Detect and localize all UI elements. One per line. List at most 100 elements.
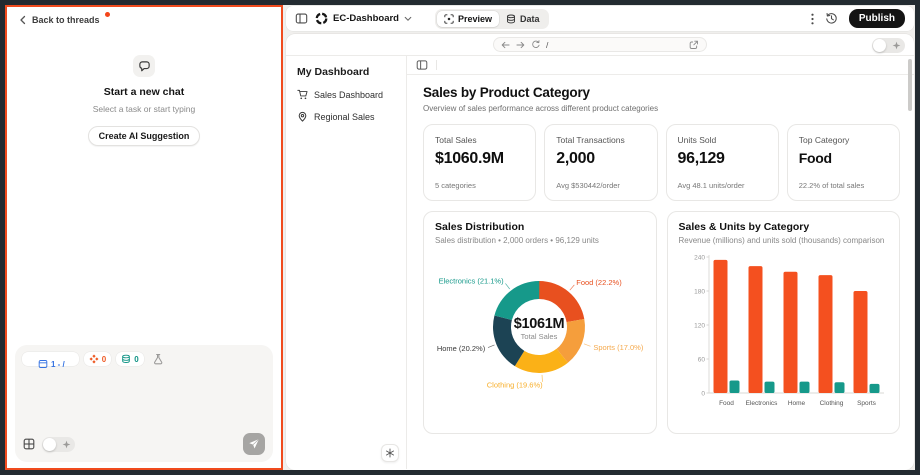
svg-text:$1061M: $1061M bbox=[514, 316, 565, 332]
stat-card-total-sales: Total Sales $1060.9M 5 categories bbox=[423, 124, 536, 201]
toolbar-actions: Publish bbox=[811, 9, 905, 28]
database-icon bbox=[506, 14, 516, 24]
page-title: Sales by Product Category bbox=[423, 85, 900, 100]
view-mode-tabs: Preview Data bbox=[435, 9, 549, 29]
stat-label: Total Transactions bbox=[556, 135, 645, 145]
browser-chrome: / bbox=[286, 34, 914, 56]
refresh-icon[interactable] bbox=[531, 40, 540, 49]
chevron-left-icon bbox=[19, 15, 27, 25]
toggle-knob bbox=[873, 39, 886, 52]
builder-area: EC-Dashboard Preview Data bbox=[286, 5, 915, 470]
create-ai-suggestion-button[interactable]: Create AI Suggestion bbox=[88, 126, 201, 146]
sidebar-item-regional-sales[interactable]: Regional Sales bbox=[297, 111, 406, 122]
empty-state-subtitle: Select a task or start typing bbox=[93, 104, 196, 114]
svg-text:Electronics: Electronics bbox=[745, 400, 778, 407]
live-preview-toggle[interactable] bbox=[872, 38, 905, 53]
ai-mode-toggle[interactable] bbox=[42, 437, 75, 452]
composer-controls bbox=[23, 433, 265, 455]
scan-preview-icon bbox=[444, 14, 454, 24]
svg-text:60: 60 bbox=[697, 356, 705, 363]
dashboard-content: Sales by Product Category Overview of sa… bbox=[407, 56, 914, 469]
svg-text:Electronics (21.1%): Electronics (21.1%) bbox=[439, 277, 505, 286]
paper-plane-icon bbox=[248, 438, 260, 450]
stat-sub: 5 categories bbox=[435, 181, 476, 190]
sidebar-item-label: Sales Dashboard bbox=[314, 90, 383, 100]
dashboard-sidebar: My Dashboard Sales Dashboard Regional Sa… bbox=[286, 56, 407, 469]
stat-label: Total Sales bbox=[435, 135, 524, 145]
sales-units-card: Sales & Units by Category Revenue (milli… bbox=[667, 211, 901, 434]
preview-window: / My Dashboard Sales D bbox=[286, 34, 914, 470]
sales-distribution-card: Sales Distribution Sales distribution • … bbox=[423, 211, 657, 434]
toggle-knob bbox=[43, 438, 56, 451]
stat-value: Food bbox=[799, 150, 888, 166]
experiments-flask-icon[interactable] bbox=[152, 353, 164, 365]
ai-assistant-button[interactable] bbox=[381, 444, 399, 462]
open-external-icon[interactable] bbox=[689, 40, 699, 50]
nav-back-icon[interactable] bbox=[501, 41, 510, 49]
tab-data[interactable]: Data bbox=[499, 11, 547, 27]
stat-sub: 22.2% of total sales bbox=[799, 181, 864, 190]
charts-row: Sales Distribution Sales distribution • … bbox=[423, 211, 900, 434]
address-bar[interactable]: / bbox=[493, 37, 707, 52]
database-icon bbox=[121, 354, 131, 364]
svg-text:0: 0 bbox=[701, 390, 705, 397]
svg-text:Sports: Sports bbox=[857, 400, 877, 407]
stat-card-total-transactions: Total Transactions 2,000 Avg $530442/ord… bbox=[544, 124, 657, 201]
sidebar-title: My Dashboard bbox=[297, 66, 406, 78]
sparkle-icon bbox=[62, 440, 71, 449]
sidebar-item-sales-dashboard[interactable]: Sales Dashboard bbox=[297, 89, 406, 100]
chat-empty-state: Start a new chat Select a task or start … bbox=[7, 55, 281, 146]
project-switcher[interactable]: EC-Dashboard bbox=[315, 12, 412, 25]
scrollbar-thumb[interactable] bbox=[908, 59, 912, 111]
svg-text:Food (22.2%): Food (22.2%) bbox=[576, 278, 622, 287]
chart-title: Sales & Units by Category bbox=[679, 221, 889, 233]
chart-subtitle: Sales distribution • 2,000 orders • 96,1… bbox=[435, 236, 645, 245]
notification-dot bbox=[105, 12, 110, 17]
credits-count: 0 bbox=[102, 355, 106, 364]
chat-bubble-icon bbox=[133, 55, 155, 77]
svg-text:180: 180 bbox=[694, 288, 705, 295]
data-sources-badge[interactable]: 0 bbox=[116, 352, 143, 366]
send-button[interactable] bbox=[243, 433, 265, 455]
chat-composer[interactable]: 1 - / 0 0 bbox=[15, 345, 273, 462]
page-context-label: 1 - / bbox=[51, 360, 65, 369]
svg-text:Food: Food bbox=[719, 400, 734, 407]
svg-text:Clothing: Clothing bbox=[819, 400, 843, 407]
preview-body: My Dashboard Sales Dashboard Regional Sa… bbox=[286, 56, 914, 469]
svg-text:Clothing (19.6%): Clothing (19.6%) bbox=[487, 380, 543, 389]
tab-data-label: Data bbox=[520, 14, 540, 24]
credits-badge[interactable]: 0 bbox=[84, 352, 111, 366]
layout-grid-icon[interactable] bbox=[23, 438, 35, 450]
chat-panel: Back to threads Start a new chat Select … bbox=[5, 5, 283, 470]
history-icon[interactable] bbox=[825, 12, 838, 25]
stat-value: 96,129 bbox=[678, 150, 767, 168]
stat-card-top-category: Top Category Food 22.2% of total sales bbox=[787, 124, 900, 201]
publish-button[interactable]: Publish bbox=[849, 9, 905, 28]
nav-forward-icon[interactable] bbox=[516, 41, 525, 49]
tab-preview-label: Preview bbox=[458, 14, 492, 24]
browser-window-icon bbox=[38, 359, 48, 369]
more-options-kebab-icon[interactable] bbox=[811, 13, 814, 25]
sidebar-toggle-icon[interactable] bbox=[295, 12, 308, 25]
data-sources-count: 0 bbox=[134, 355, 138, 364]
stat-value: 2,000 bbox=[556, 150, 645, 168]
empty-state-title: Start a new chat bbox=[104, 86, 185, 98]
svg-text:Sports (17.0%): Sports (17.0%) bbox=[593, 343, 644, 352]
project-logo-icon bbox=[315, 12, 328, 25]
stats-row: Total Sales $1060.9M 5 categories Total … bbox=[423, 124, 900, 201]
svg-text:240: 240 bbox=[694, 254, 705, 261]
stat-sub: Avg $530442/order bbox=[556, 181, 620, 190]
back-to-threads-label: Back to threads bbox=[32, 15, 100, 25]
stat-value: $1060.9M bbox=[435, 150, 524, 168]
sales-distribution-donut-chart: Food (22.2%) Sports (17.0%) Clothing (19.6… bbox=[435, 247, 645, 419]
sales-units-bar-chart: 060120180240FoodElectronicsHomeClothingS… bbox=[679, 247, 889, 419]
stat-card-units-sold: Units Sold 96,129 Avg 48.1 units/order bbox=[666, 124, 779, 201]
tab-preview[interactable]: Preview bbox=[437, 11, 499, 27]
page-context-badge[interactable]: 1 - / bbox=[22, 352, 79, 366]
dashboard-page: Sales by Product Category Overview of sa… bbox=[407, 75, 914, 434]
diamond-icon bbox=[89, 354, 99, 364]
collapse-sidebar-icon[interactable] bbox=[416, 59, 428, 71]
back-to-threads-button[interactable]: Back to threads bbox=[15, 13, 114, 27]
composer-badges: 1 - / 0 0 bbox=[22, 352, 164, 366]
builder-toolbar: EC-Dashboard Preview Data bbox=[286, 6, 914, 31]
